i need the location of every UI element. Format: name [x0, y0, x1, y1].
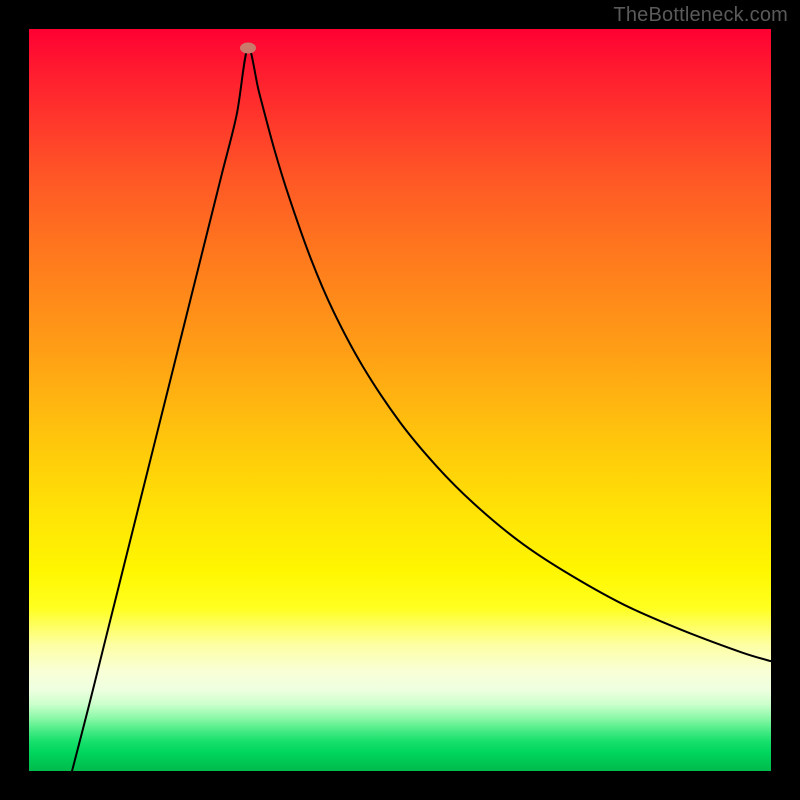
min-marker [240, 43, 256, 54]
curve-svg [29, 29, 771, 771]
chart-stage: TheBottleneck.com [0, 0, 800, 800]
bottleneck-curve-path [72, 48, 771, 771]
watermark-text: TheBottleneck.com [613, 4, 788, 27]
